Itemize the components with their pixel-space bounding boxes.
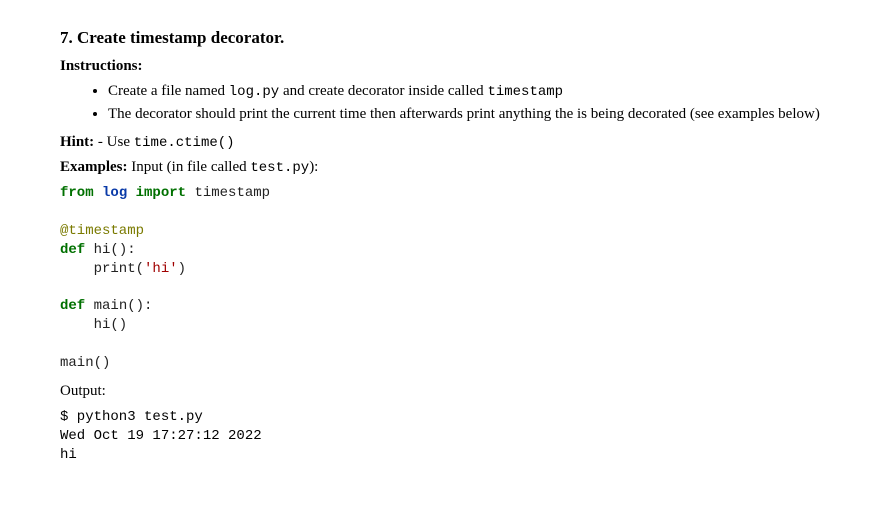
page-container: 7. Create timestamp decorator. Instructi… xyxy=(0,0,881,495)
instructions-label: Instructions: xyxy=(60,58,831,75)
code-func-sig: hi(): xyxy=(85,242,135,258)
code-line: print( xyxy=(60,261,144,277)
examples-text: Input (in file called xyxy=(128,159,251,175)
code-string: 'hi' xyxy=(144,261,178,277)
instruction-text: and create decorator inside called xyxy=(279,83,487,99)
code-output-block: $ python3 test.py Wed Oct 19 17:27:12 20… xyxy=(60,408,831,465)
code-keyword-from: from xyxy=(60,185,94,201)
instruction-text: Create a file named xyxy=(108,83,229,99)
inline-code: timestamp xyxy=(487,84,563,100)
code-keyword-def: def xyxy=(60,242,85,258)
output-line: $ python3 test.py xyxy=(60,409,203,425)
code-line: hi() xyxy=(60,317,127,333)
code-keyword-import: import xyxy=(136,185,186,201)
examples-label: Examples: xyxy=(60,159,128,175)
hint-text: - Use xyxy=(94,134,134,150)
examples-text: ): xyxy=(309,159,318,175)
instruction-text: The decorator should print the current t… xyxy=(108,106,820,122)
code-keyword-def: def xyxy=(60,298,85,314)
code-input-block: from log import timestamp @timestamp def… xyxy=(60,184,831,373)
code-func-sig: main(): xyxy=(85,298,152,314)
code-line: main() xyxy=(60,355,110,371)
code-identifier: timestamp xyxy=(186,185,270,201)
exercise-heading: 7. Create timestamp decorator. xyxy=(60,28,831,48)
examples-line: Examples: Input (in file called test.py)… xyxy=(60,159,831,176)
inline-code: time.ctime() xyxy=(134,135,235,151)
output-label: Output: xyxy=(60,383,831,400)
instruction-item: Create a file named log.py and create de… xyxy=(108,81,831,102)
instruction-item: The decorator should print the current t… xyxy=(108,104,831,124)
hint-line: Hint: - Use time.ctime() xyxy=(60,134,831,151)
output-line: Wed Oct 19 17:27:12 2022 xyxy=(60,428,262,444)
code-module: log xyxy=(94,185,136,201)
inline-code: test.py xyxy=(250,160,309,176)
code-decorator: @timestamp xyxy=(60,223,144,239)
hint-label: Hint: xyxy=(60,134,94,150)
instructions-list: Create a file named log.py and create de… xyxy=(60,81,831,124)
inline-code: log.py xyxy=(229,84,279,100)
output-line: hi xyxy=(60,447,77,463)
code-line: ) xyxy=(178,261,186,277)
